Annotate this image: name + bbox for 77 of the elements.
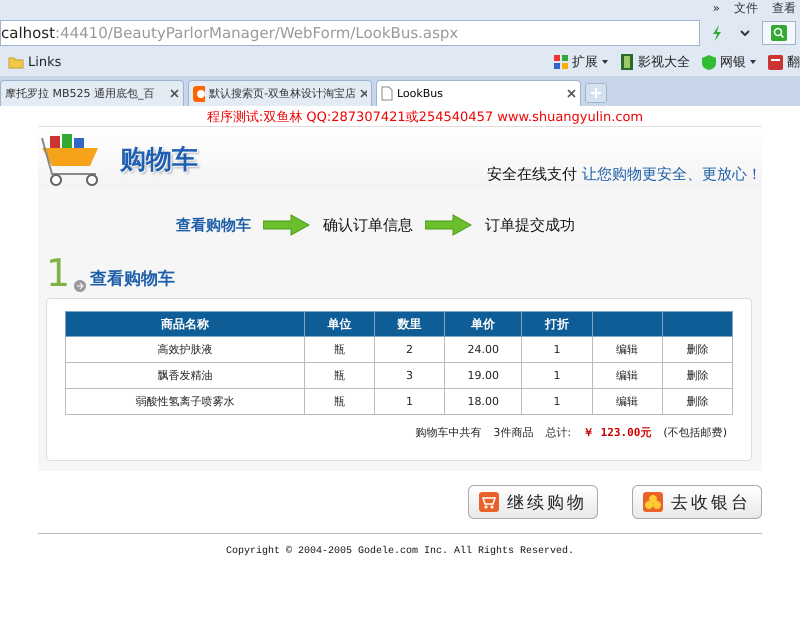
edit-link[interactable]: 编辑 [616,343,638,356]
edit-link[interactable]: 编辑 [616,395,638,408]
toolbar-item[interactable]: 网银 [702,53,756,71]
total-amount: ￥ 123.00元 [583,425,652,440]
step-label: 订单提交成功 [485,216,575,234]
table-cell: 1 [374,388,445,414]
step-label: 查看购物车 [176,216,251,234]
arrow-icon [425,213,473,237]
copyright-text: Copyright © 2004-2005 Godele.com Inc. All Rights Reserved. [38,533,762,557]
count-label: 购物车中共有 [415,425,482,440]
table-cell: 弱酸性氢离子喷雾水 [66,388,304,414]
shield-icon [702,54,716,70]
column-header: 单价 [444,312,522,336]
apps-icon [554,55,568,69]
section-number: 1 [46,254,70,292]
notice-text: 程序测试:双鱼林 QQ:287307421或254540457 www.shuangyulin.com [206,109,644,126]
toolbar-item[interactable]: 影视大全 [620,53,690,71]
translate-icon [768,54,783,70]
arrow-circle-icon [74,280,86,292]
delete-link[interactable]: 删除 [686,343,708,356]
delete-link[interactable]: 删除 [686,395,708,408]
column-header [592,312,662,336]
column-header [662,312,732,336]
table-cell: 高效护肤液 [66,336,304,362]
film-icon [620,54,634,70]
close-icon[interactable] [567,89,576,98]
table-cell: 飘香发精油 [66,362,304,388]
browser-tab[interactable]: LookBus [376,80,581,106]
caret-icon[interactable] [602,60,608,64]
menu-item[interactable]: 文件 [734,0,758,18]
table-cell: 2 [374,336,445,362]
browser-tab[interactable]: 默认搜索页-双鱼林设计淘宝店 [188,80,372,106]
table-cell: 1 [522,336,592,362]
table-cell: 1 [522,362,592,388]
plus-icon [591,88,601,98]
browser-tab[interactable]: 摩托罗拉 MB525 通用底包_百 [0,80,184,106]
table-cell: 18.00 [444,388,522,414]
item-count: 3件商品 [493,425,534,440]
bookmark-folder[interactable]: Links [8,54,62,70]
taobao-icon [193,86,206,102]
postage-note: (不包括邮费) [663,425,727,440]
page-icon [381,86,393,101]
table-cell: 24.00 [444,336,522,362]
column-header: 打折 [522,312,592,336]
cart-icon [479,492,499,512]
menu-item[interactable]: 查看 [772,0,796,18]
total-label: 总计: [545,425,572,440]
delete-link[interactable]: 删除 [686,369,708,382]
table-cell: 瓶 [304,336,374,362]
folder-icon [8,55,24,69]
column-header: 单位 [304,312,374,336]
toolbar-item[interactable]: 扩展 [554,53,608,71]
action-button[interactable]: 去收银台 [632,485,762,519]
section-title: 查看购物车 [90,268,176,291]
table-cell: 瓶 [304,388,374,414]
table-cell: 19.00 [444,362,522,388]
table-cell: 3 [374,362,445,388]
caret-icon [740,30,750,36]
close-icon[interactable] [170,89,179,98]
table-cell: 瓶 [304,362,374,388]
edit-link[interactable]: 编辑 [616,369,638,382]
caret-icon[interactable] [750,60,756,64]
column-header: 数里 [374,312,445,336]
search-icon [771,25,787,41]
column-header: 商品名称 [66,312,304,336]
menu-item[interactable]: » [712,0,720,18]
arrow-icon [263,213,311,237]
coins-icon [643,492,663,512]
address-field[interactable]: calhost:44410/BeautyParlorManager/WebForm/LookBus.aspx [0,20,700,46]
close-icon[interactable] [360,89,367,98]
logo-title: 购物车 [120,144,198,176]
slogan-text: 安全在线支付 让您购物更安全、更放心！ [487,165,762,185]
action-button[interactable]: 继续购物 [468,485,598,519]
table-cell: 1 [522,388,592,414]
toolbar-item[interactable]: 翻 [768,53,800,71]
search-button[interactable] [762,21,796,45]
step-label: 确认订单信息 [323,216,413,234]
